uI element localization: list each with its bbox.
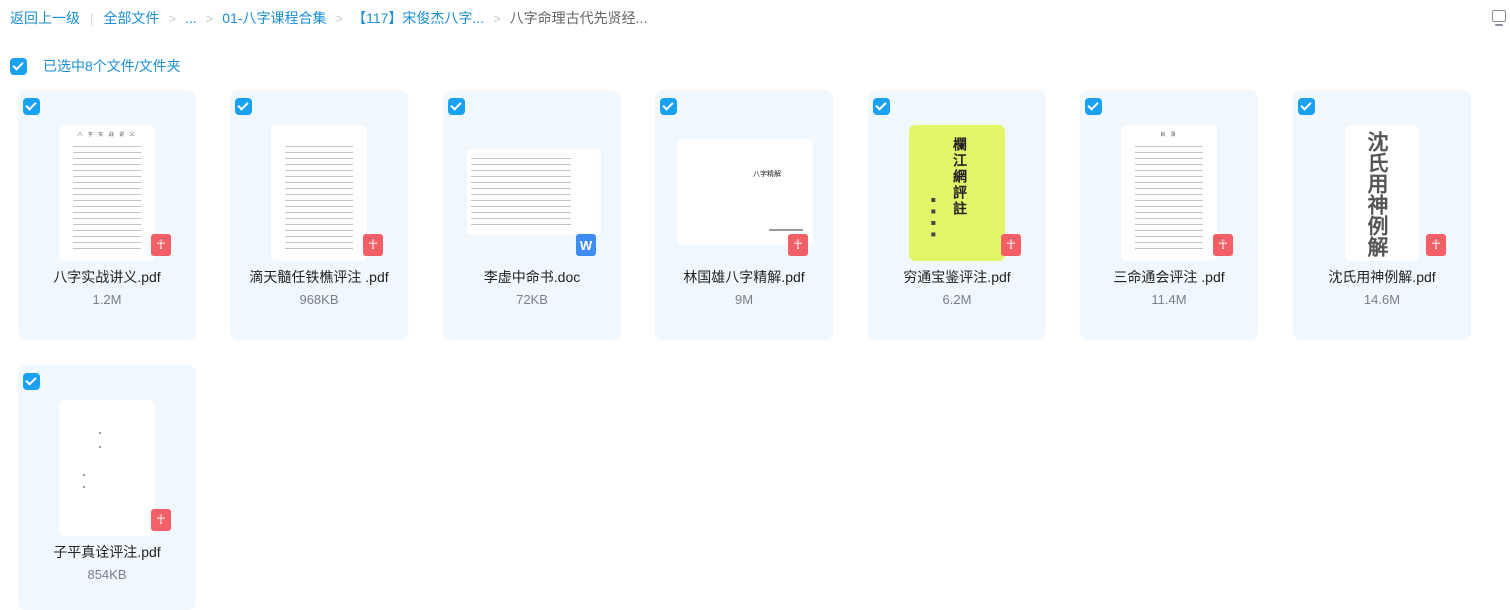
thumbnail-title: 八 字 实 战 讲 义 — [77, 132, 137, 138]
thumbnail-dot — [99, 432, 101, 434]
file-checkbox[interactable] — [660, 98, 677, 115]
pdf-icon: ☥ — [1213, 234, 1233, 256]
file-checkbox[interactable] — [448, 98, 465, 115]
pdf-icon: ☥ — [1001, 234, 1021, 256]
breadcrumb-ellipsis[interactable]: ... — [185, 10, 197, 26]
thumbnail-text-lines — [471, 155, 571, 229]
file-card[interactable]: ☥ 子平真诠评注.pdf 854KB — [18, 365, 196, 610]
selection-count-text: 已选中8个文件/文件夹 — [43, 58, 181, 74]
breadcrumb-level1[interactable]: 01-八字课程合集 — [222, 8, 326, 28]
chevron-right-icon: > — [168, 10, 176, 26]
pdf-icon: ☥ — [151, 509, 171, 531]
file-name[interactable]: 林国雄八字精解.pdf — [655, 267, 833, 287]
file-thumbnail — [59, 400, 155, 536]
chevron-right-icon: > — [205, 10, 214, 26]
file-thumbnail: 目 录 — [1121, 125, 1217, 261]
breadcrumb-current: 八字命理古代先贤经... — [509, 10, 648, 26]
file-checkbox[interactable] — [1085, 98, 1102, 115]
thumbnail-text-lines — [1135, 143, 1203, 249]
chevron-right-icon: > — [335, 10, 344, 26]
file-card[interactable]: 八 字 实 战 讲 义 ☥ 八字实战讲义.pdf 1.2M — [18, 90, 196, 340]
file-thumbnail: 欄江網評註 ▪ ▪ ▪ ▪ — [909, 125, 1005, 261]
file-name[interactable]: 三命通会评注 .pdf — [1080, 267, 1258, 287]
breadcrumb: 返回上一级 | 全部文件 > ... > 01-八字课程合集 > 【117】宋俊… — [10, 8, 647, 28]
thumbnail-publisher-line — [769, 229, 803, 231]
file-size: 968KB — [299, 292, 339, 307]
word-doc-icon: W — [576, 234, 596, 256]
separator: | — [90, 10, 94, 26]
thumbnail-dot — [99, 446, 101, 448]
file-thumbnail — [467, 149, 601, 235]
thumbnail-title: 沈氏用神例解 — [1365, 131, 1390, 257]
select-all-checkbox[interactable] — [10, 57, 27, 75]
file-checkbox[interactable] — [873, 98, 890, 115]
pdf-icon: ☥ — [1426, 234, 1446, 256]
thumbnail-subtitle: ▪ ▪ ▪ ▪ — [929, 195, 938, 239]
pdf-icon: ☥ — [363, 234, 383, 256]
breadcrumb-all-files[interactable]: 全部文件 — [103, 8, 159, 28]
breadcrumb-level2[interactable]: 【117】宋俊杰八字... — [352, 8, 484, 28]
thumbnail-dot — [83, 474, 85, 476]
chevron-right-icon: > — [493, 10, 501, 26]
file-card[interactable]: 欄江網評註 ▪ ▪ ▪ ▪ ☥ 穷通宝鉴评注.pdf 6.2M — [868, 90, 1046, 340]
thumbnail-text-lines — [73, 143, 141, 249]
file-name[interactable]: 穷通宝鉴评注.pdf — [868, 267, 1046, 287]
file-thumbnail: 八字精解 — [677, 139, 813, 245]
file-name[interactable]: 八字实战讲义.pdf — [18, 267, 196, 287]
file-size: 1.2M — [92, 292, 122, 307]
thumbnail-title: 目 录 — [1160, 132, 1178, 138]
file-name[interactable]: 沈氏用神例解.pdf — [1293, 267, 1471, 287]
file-name[interactable]: 子平真诠评注.pdf — [18, 542, 196, 562]
pdf-icon: ☥ — [151, 234, 171, 256]
pdf-icon: ☥ — [788, 234, 808, 256]
thumbnail-title: 欄江網評註 — [951, 137, 967, 217]
thumbnail-text-lines — [285, 143, 353, 249]
file-size: 11.4M — [1151, 292, 1187, 307]
thumbnail-title: 八字精解 — [753, 171, 781, 178]
file-checkbox[interactable] — [235, 98, 252, 115]
file-card[interactable]: W 李虚中命书.doc 72KB — [443, 90, 621, 340]
file-checkbox[interactable] — [1298, 98, 1315, 115]
file-checkbox[interactable] — [23, 98, 40, 115]
file-size: 72KB — [516, 292, 548, 307]
file-thumbnail: 沈氏用神例解 — [1345, 125, 1419, 261]
file-size: 9M — [734, 292, 754, 307]
file-thumbnail: 八 字 实 战 讲 义 — [59, 125, 155, 261]
back-link[interactable]: 返回上一级 — [10, 8, 80, 28]
file-size: 6.2M — [942, 292, 972, 307]
file-name[interactable]: 李虚中命书.doc — [443, 267, 621, 287]
file-size: 14.6M — [1363, 292, 1401, 307]
selection-bar: 已选中8个文件/文件夹 — [10, 56, 181, 76]
file-checkbox[interactable] — [23, 373, 40, 390]
file-thumbnail — [271, 125, 367, 261]
file-card[interactable]: ☥ 滴天髓任铁樵评注 .pdf 968KB — [230, 90, 408, 340]
file-size: 854KB — [87, 567, 127, 582]
file-name[interactable]: 滴天髓任铁樵评注 .pdf — [230, 267, 408, 287]
file-card[interactable]: 目 录 ☥ 三命通会评注 .pdf 11.4M — [1080, 90, 1258, 340]
file-card[interactable]: 沈氏用神例解 ☥ 沈氏用神例解.pdf 14.6M — [1293, 90, 1471, 340]
view-mode-icon[interactable] — [1492, 10, 1506, 26]
thumbnail-dot — [83, 486, 85, 488]
file-card[interactable]: 八字精解 ☥ 林国雄八字精解.pdf 9M — [655, 90, 833, 340]
